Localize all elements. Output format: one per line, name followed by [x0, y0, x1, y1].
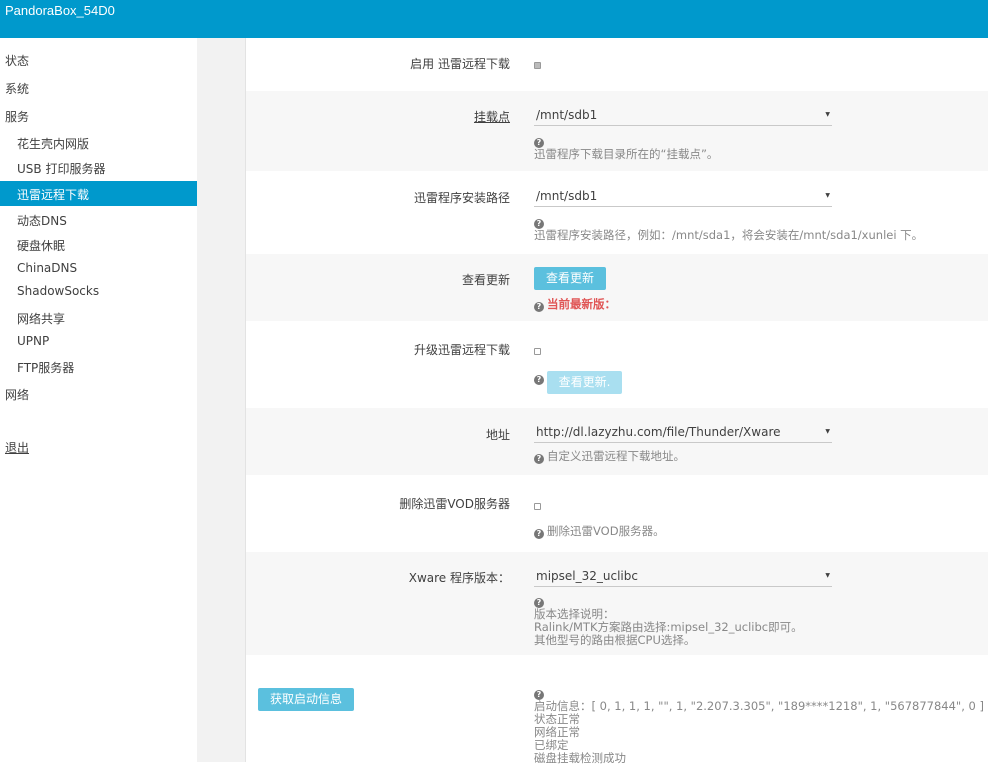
address-select[interactable]: http://dl.lazyzhu.com/file/Thunder/Xware…: [534, 422, 832, 443]
top-bar: PandoraBox_54D0: [0, 0, 988, 38]
sidebar-item-label: 迅雷远程下载: [17, 188, 90, 202]
enable-checkbox[interactable]: [534, 62, 541, 69]
vod-label: 删除迅雷VOD服务器: [399, 497, 510, 511]
row-mount-point: 挂载点 /mnt/sdb1 ▼ ? 迅雷程序下载目录所在的“挂载点”。: [246, 91, 988, 171]
xware-version-help: ? 版本选择说明： Ralink/MTK方案路由选择:mipsel_32_ucl…: [534, 594, 803, 647]
sidebar-item-ddns[interactable]: 动态DNS: [17, 212, 67, 229]
get-start-info-button[interactable]: 获取启动信息: [258, 688, 354, 711]
sidebar-item-xunlei[interactable]: 迅雷远程下载: [0, 181, 197, 206]
settings-form: 启用 迅雷远程下载 挂载点 /mnt/sdb1 ▼ ? 迅雷程序下载目录所在的“…: [246, 38, 988, 765]
start-info-line: 网络正常: [534, 725, 580, 739]
mount-point-help-text: 迅雷程序下载目录所在的“挂载点”。: [534, 147, 719, 161]
sidebar-item-services[interactable]: 服务: [5, 108, 29, 125]
upgrade-check-button[interactable]: 查看更新.: [547, 371, 622, 394]
mount-point-value: /mnt/sdb1: [536, 108, 598, 122]
sidebar-item-upnp[interactable]: UPNP: [17, 334, 49, 348]
sidebar-item-shadowsocks[interactable]: ShadowSocks: [17, 284, 99, 298]
version-status-text: 当前最新版：: [547, 297, 616, 311]
start-info-line: 状态正常: [534, 712, 580, 726]
sidebar-item-chinadns[interactable]: ChinaDNS: [17, 261, 77, 275]
start-info-line: 启动信息：[ 0, 1, 1, 1, "", 1, "2.207.3.305",…: [534, 699, 984, 713]
help-line: Ralink/MTK方案路由选择:mipsel_32_uclibc即可。: [534, 620, 803, 634]
chevron-down-icon: ▼: [825, 111, 830, 118]
xware-version-label: Xware 程序版本：: [408, 571, 510, 585]
sidebar-item-network[interactable]: 网络: [5, 386, 29, 403]
row-upgrade: 升级迅雷远程下载 ? 查看更新.: [246, 321, 988, 408]
install-path-label: 迅雷程序安装路径: [413, 191, 510, 205]
xware-version-select[interactable]: mipsel_32_uclibc ▼: [534, 566, 832, 587]
upgrade-checkbox[interactable]: [534, 348, 541, 355]
start-info-line: 磁盘挂载检测成功: [534, 751, 626, 765]
mount-point-help: ? 迅雷程序下载目录所在的“挂载点”。: [534, 134, 718, 161]
xware-version-value: mipsel_32_uclibc: [536, 569, 638, 583]
sidebar: 状态 系统 服务 花生壳内网版 USB 打印服务器 迅雷远程下载 动态DNS 硬…: [0, 38, 197, 762]
mount-point-select[interactable]: /mnt/sdb1 ▼: [534, 105, 832, 126]
start-info-text: ? 启动信息：[ 0, 1, 1, 1, "", 1, "2.207.3.305…: [534, 686, 984, 765]
check-update-button[interactable]: 查看更新: [534, 267, 606, 290]
sidebar-item-samba[interactable]: 网络共享: [17, 310, 65, 327]
install-path-select[interactable]: /mnt/sdb1 ▼: [534, 186, 832, 207]
address-label: 地址: [485, 428, 510, 442]
row-vod: 删除迅雷VOD服务器 ? 删除迅雷VOD服务器。: [246, 475, 988, 552]
vod-help: ? 删除迅雷VOD服务器。: [534, 525, 665, 539]
chevron-down-icon: ▼: [825, 192, 830, 199]
check-update-label: 查看更新: [461, 273, 510, 287]
row-enable: 启用 迅雷远程下载: [246, 38, 988, 91]
sidebar-item-hd-idle[interactable]: 硬盘休眠: [17, 237, 65, 254]
sidebar-item-status[interactable]: 状态: [5, 52, 29, 69]
row-start-info: 获取启动信息 ? 启动信息：[ 0, 1, 1, 1, "", 1, "2.20…: [246, 655, 988, 765]
chevron-down-icon: ▼: [825, 572, 830, 579]
help-line: 版本选择说明：: [534, 607, 615, 621]
sidebar-item-oray[interactable]: 花生壳内网版: [17, 135, 89, 152]
address-help-text: 自定义迅雷远程下载地址。: [547, 449, 685, 463]
version-status: ? 当前最新版：: [534, 296, 616, 312]
help-icon[interactable]: ?: [534, 375, 544, 385]
brand-title[interactable]: PandoraBox_54D0: [5, 3, 115, 18]
enable-label: 启用 迅雷远程下载: [410, 57, 510, 71]
row-check-update: 查看更新 查看更新 ? 当前最新版：: [246, 254, 988, 321]
help-line: 其他型号的路由根据CPU选择。: [534, 633, 696, 647]
sidebar-item-logout[interactable]: 退出: [5, 439, 29, 456]
help-icon: ?: [534, 302, 544, 312]
help-icon[interactable]: ?: [534, 529, 544, 539]
vod-help-text: 删除迅雷VOD服务器。: [547, 524, 665, 538]
address-help: ? 自定义迅雷远程下载地址。: [534, 450, 685, 464]
vod-checkbox[interactable]: [534, 503, 541, 510]
install-path-value: /mnt/sdb1: [536, 189, 598, 203]
sidebar-item-system[interactable]: 系统: [5, 80, 29, 97]
install-path-help-text: 迅雷程序安装路径，例如：/mnt/sda1，将会安装在/mnt/sda1/xun…: [534, 228, 924, 242]
chevron-down-icon: ▼: [825, 428, 830, 435]
sidebar-item-usb-printer[interactable]: USB 打印服务器: [17, 160, 105, 177]
row-address: 地址 http://dl.lazyzhu.com/file/Thunder/Xw…: [246, 408, 988, 475]
install-path-help: ? 迅雷程序安装路径，例如：/mnt/sda1，将会安装在/mnt/sda1/x…: [534, 215, 923, 242]
help-icon[interactable]: ?: [534, 454, 544, 464]
start-info-line: 已绑定: [534, 738, 569, 752]
upgrade-label: 升级迅雷远程下载: [413, 343, 510, 357]
sidebar-item-ftp[interactable]: FTP服务器: [17, 359, 74, 376]
address-value: http://dl.lazyzhu.com/file/Thunder/Xware: [536, 425, 781, 439]
scroll-gutter: [197, 38, 245, 762]
row-xware-version: Xware 程序版本： mipsel_32_uclibc ▼ ? 版本选择说明：…: [246, 552, 988, 655]
row-install-path: 迅雷程序安装路径 /mnt/sdb1 ▼ ? 迅雷程序安装路径，例如：/mnt/…: [246, 171, 988, 254]
mount-point-label[interactable]: 挂载点: [474, 108, 510, 125]
